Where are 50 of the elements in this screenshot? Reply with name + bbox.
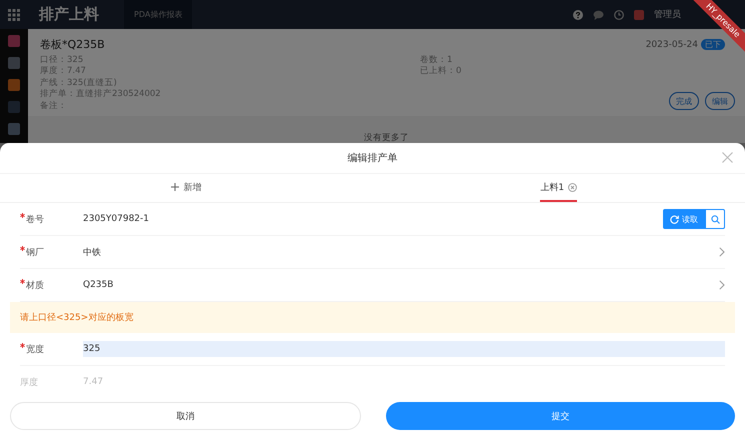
chat-icon[interactable]	[593, 10, 604, 20]
cancel-button[interactable]: 取消	[10, 402, 361, 430]
app-icon[interactable]	[8, 123, 20, 135]
search-button[interactable]	[705, 209, 725, 229]
field-label: 钢厂	[20, 246, 83, 258]
app-icon[interactable]	[8, 57, 20, 69]
input-field[interactable]: 325	[83, 341, 725, 357]
required-mark-icon	[20, 342, 25, 348]
dialog-title: 编辑排产单	[348, 152, 398, 165]
page-title: 排产上料	[39, 5, 99, 24]
close-icon[interactable]	[722, 152, 733, 163]
app-icon[interactable]	[8, 101, 20, 113]
field-label: 材质	[20, 278, 83, 292]
info-text: 备注：	[40, 100, 68, 112]
field-value: 2305Y07982-1	[83, 214, 150, 224]
field-value[interactable]: Q235B	[83, 280, 719, 290]
info-text: 厚度：7.47	[40, 66, 87, 78]
field-label: 厚度	[20, 376, 39, 388]
close-circle-icon[interactable]	[568, 182, 578, 192]
date-text: 2023-05-24	[646, 40, 698, 50]
info-text: 卷数：1	[420, 55, 454, 66]
field-value[interactable]: 中铁	[83, 246, 719, 258]
field-label: 宽度	[20, 342, 83, 356]
clock-icon[interactable]	[614, 10, 624, 20]
chevron-right-icon[interactable]	[719, 280, 725, 290]
search-icon	[710, 214, 720, 224]
avatar[interactable]	[634, 10, 644, 20]
help-icon[interactable]	[573, 10, 583, 20]
list-end-text: 没有更多了	[364, 132, 409, 143]
tab[interactable]: 上料1	[540, 174, 578, 202]
chevron-right-icon[interactable]	[719, 247, 725, 257]
refresh-icon	[670, 214, 679, 224]
field-value: 7.47	[83, 377, 104, 387]
tab[interactable]: 新增	[171, 174, 202, 202]
info-text: 已上料：0	[420, 66, 462, 78]
app-icon[interactable]	[8, 35, 20, 47]
user-name[interactable]: 管理员	[654, 8, 681, 21]
info-text: 排产单：直缝排产230524002	[40, 89, 162, 101]
warning-banner: 请上口径<325>对应的板宽	[10, 302, 735, 333]
card-title: 卷板*Q235B	[40, 37, 105, 52]
grid-menu-icon[interactable]	[8, 8, 20, 20]
required-mark-icon	[20, 278, 25, 284]
app-icon[interactable]	[8, 79, 20, 91]
required-mark-icon	[20, 246, 25, 250]
info-text: 产线：325(直缝五)	[40, 78, 118, 89]
required-mark-icon	[20, 212, 25, 218]
plus-icon	[171, 183, 180, 191]
info-text: 口径：325	[40, 55, 84, 66]
field-label: 卷号	[20, 212, 83, 226]
status-badge: 已下	[701, 39, 725, 50]
